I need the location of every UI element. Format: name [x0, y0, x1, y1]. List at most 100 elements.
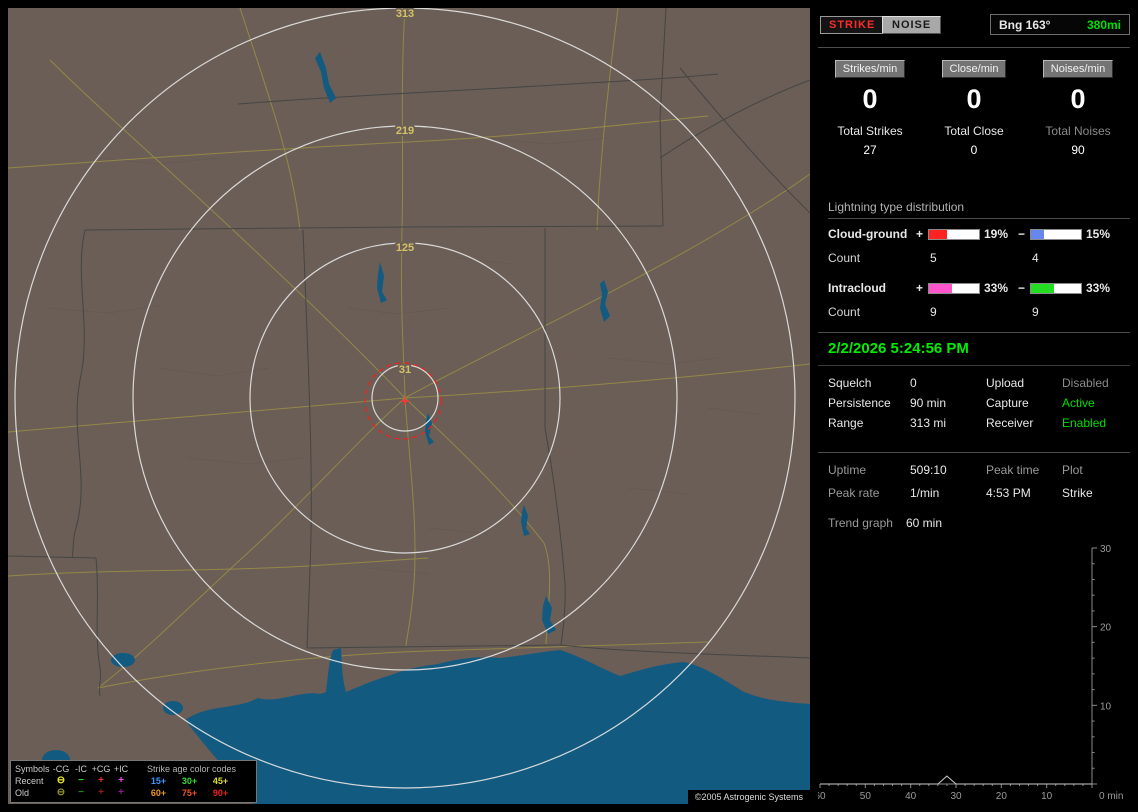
total-close-value: 0: [970, 143, 978, 157]
cg-plus-percent: 19%: [984, 227, 1009, 241]
map-view[interactable]: 313 219 125 31 Symbols -CG -IC +CG +IC S…: [8, 8, 810, 804]
strike-toggle-button[interactable]: STRIKE: [820, 16, 885, 34]
svg-text:0 min: 0 min: [1099, 791, 1123, 800]
uptime-label: Uptime: [828, 463, 867, 477]
legend-recent-label: Recent: [15, 776, 44, 786]
uptime-value: 509:10: [910, 463, 947, 477]
pos-ic-old-icon: +: [118, 787, 124, 798]
ic-plus-percent: 33%: [984, 281, 1009, 295]
minus-sign: −: [1018, 281, 1026, 295]
intracloud-row: Intracloud + 33% − 33%: [818, 281, 1130, 297]
copyright-text: ©2005 Astrogenic Systems: [687, 790, 810, 804]
nexstorm-window: 313 219 125 31 Symbols -CG -IC +CG +IC S…: [0, 0, 1138, 812]
neg-cg-recent-icon: ⊖: [56, 775, 66, 786]
capture-label: Capture: [986, 396, 1029, 410]
distribution-header: Lightning type distribution: [828, 200, 1130, 219]
plot-mode-value: Strike: [1062, 486, 1093, 500]
neg-cg-old-icon: ⊖: [56, 787, 66, 798]
trend-graph-chart: 30 20 10 60 50 40 30 20 10 0 min: [818, 544, 1123, 800]
pos-cg-old-icon: +: [98, 787, 104, 798]
noises-column: Noises/min 0 Total Noises 90: [1026, 60, 1130, 157]
range-ring-label: 219: [396, 125, 414, 137]
upload-label: Upload: [986, 376, 1025, 390]
age-code-30: 30+: [181, 776, 198, 786]
separator: [818, 365, 1130, 366]
svg-text:30: 30: [950, 791, 962, 800]
plus-sign: +: [916, 227, 924, 241]
intracloud-label: Intracloud: [828, 281, 887, 295]
cg-minus-bar-fill: [1031, 230, 1044, 239]
strikes-column: Strikes/min 0 Total Strikes 27: [818, 60, 922, 157]
status-panel: STRIKE NOISE Bng 163° 380mi Strikes/min …: [818, 8, 1130, 804]
close-column: Close/min 0 Total Close 0: [922, 60, 1026, 157]
ic-minus-bar: [1030, 283, 1082, 294]
pos-ic-recent-icon: +: [118, 775, 124, 786]
range-label: Range: [828, 416, 864, 430]
svg-text:50: 50: [860, 791, 872, 800]
cg-minus-count: 4: [1032, 251, 1039, 265]
strikes-per-min-value: 0: [862, 84, 878, 114]
noise-toggle-button[interactable]: NOISE: [882, 16, 942, 34]
range-ring-label: 313: [396, 8, 414, 20]
strikes-per-min-button[interactable]: Strikes/min: [834, 60, 906, 78]
cloud-ground-label: Cloud-ground: [828, 227, 908, 241]
count-label: Count: [828, 305, 861, 319]
lightning-map[interactable]: 313 219 125 31: [8, 8, 810, 804]
map-legend: Symbols -CG -IC +CG +IC Strike age color…: [10, 760, 257, 803]
noises-per-min-value: 0: [1070, 84, 1086, 114]
svg-text:20: 20: [1100, 623, 1112, 634]
ic-minus-count: 9: [1032, 305, 1039, 319]
capture-status: Active: [1062, 396, 1095, 410]
cloud-ground-count-row: Count 5 4: [818, 251, 1130, 267]
legend-col-neg-cg: -CG: [52, 764, 70, 774]
lightning-distribution: Lightning type distribution Cloud-ground…: [818, 200, 1130, 321]
trend-graph-label: Trend graph: [828, 516, 893, 530]
cloud-ground-row: Cloud-ground + 19% − 15%: [818, 227, 1130, 243]
minus-sign: −: [1018, 227, 1026, 241]
legend-col-pos-cg: +CG: [91, 764, 111, 774]
cg-plus-bar: [928, 229, 980, 240]
noises-per-min-button[interactable]: Noises/min: [1042, 60, 1114, 78]
pos-cg-recent-icon: +: [98, 775, 104, 786]
peak-rate-row: Peak rate 1/min 4:53 PM Strike: [818, 486, 1130, 502]
age-code-75: 75+: [181, 788, 198, 798]
legend-col-pos-ic: +IC: [113, 764, 129, 774]
svg-text:30: 30: [1100, 544, 1112, 555]
bearing-range-display: Bng 163° 380mi: [990, 14, 1130, 35]
cg-plus-count: 5: [930, 251, 937, 265]
range-ring-label: 125: [396, 242, 414, 254]
age-code-45: 45+: [212, 776, 229, 786]
legend-symbols-label: Symbols: [15, 764, 50, 774]
peak-rate-label: Peak rate: [828, 486, 880, 500]
cg-minus-percent: 15%: [1086, 227, 1111, 241]
squelch-row: Squelch 0 Upload Disabled: [818, 376, 1130, 392]
cg-minus-bar: [1030, 229, 1082, 240]
close-per-min-value: 0: [966, 84, 982, 114]
bearing-range-value: 380mi: [1086, 17, 1121, 32]
count-label: Count: [828, 251, 861, 265]
total-noises-label: Total Noises: [1045, 124, 1111, 138]
peak-rate-value: 1/min: [910, 486, 940, 500]
legend-recent-row: Recent ⊖ − + + 15+ 30+ 45+: [15, 775, 252, 787]
total-close-label: Total Close: [944, 124, 1004, 138]
plot-label: Plot: [1062, 463, 1083, 477]
peak-time-value: 4:53 PM: [986, 486, 1031, 500]
ic-plus-count: 9: [930, 305, 937, 319]
svg-text:10: 10: [1041, 791, 1053, 800]
range-row: Range 313 mi Receiver Enabled: [818, 416, 1130, 432]
separator: [818, 47, 1130, 48]
lake: [163, 701, 183, 715]
plus-sign: +: [916, 281, 924, 295]
legend-age-header: Strike age color codes: [146, 764, 237, 774]
lake: [111, 653, 135, 667]
neg-ic-old-icon: −: [78, 787, 84, 798]
cg-plus-bar-fill: [929, 230, 947, 239]
close-per-min-button[interactable]: Close/min: [941, 60, 1007, 78]
peak-time-label: Peak time: [986, 463, 1040, 477]
uptime-row: Uptime 509:10 Peak time Plot: [818, 463, 1130, 479]
separator: [818, 452, 1130, 453]
persistence-label: Persistence: [828, 396, 891, 410]
legend-old-label: Old: [15, 788, 30, 798]
bearing-value: Bng 163°: [999, 17, 1051, 32]
trend-window-value: 60 min: [906, 516, 943, 530]
